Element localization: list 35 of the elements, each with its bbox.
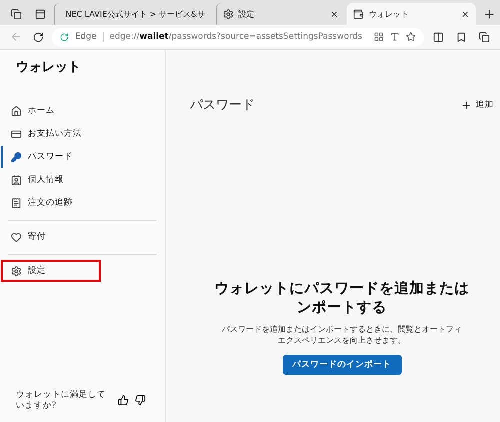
card-icon [11,128,22,140]
sidebar-item[interactable]: 寄付 [1,226,157,248]
receipt-icon [11,198,22,208]
settings-icon [222,8,234,20]
settings-icon [11,266,22,276]
sidebar-item[interactable]: 設定 [1,260,101,282]
site-label: Edge [75,32,104,42]
sidebar-item[interactable]: お支払い方法 [1,123,157,145]
feedback-question: ウォレットに満足していますか? [16,390,107,412]
sidebar-item[interactable]: ホーム [1,100,157,122]
favorite-star-icon[interactable] [406,32,416,42]
browser-tab[interactable]: ウォレット [346,3,476,25]
thumbs-up-icon[interactable] [118,395,129,406]
wallet-icon [352,8,364,20]
home-icon [11,106,22,116]
empty-state-text: パスワードを追加またはインポートするときに、閲覧とオートフィ エクスペリエンスを向上させます。 [222,324,462,347]
sidebar-item[interactable]: パスワード [1,146,157,168]
heart-icon [11,232,22,242]
key-icon [11,152,22,162]
apps-icon[interactable] [374,32,384,42]
close-icon[interactable] [330,10,339,18]
sidebar-item[interactable]: 注文の追跡 [1,192,157,214]
page-title: パスワード [190,97,255,114]
add-button[interactable]: 追加 [459,97,496,113]
close-icon[interactable] [461,10,470,18]
import-passwords-button[interactable]: パスワードのインポート [282,354,402,375]
plus-icon [461,100,472,110]
url-text: edge://wallet/passwords?source=assetsSettingsPasswords [110,32,362,42]
sidebar-item[interactable]: 個人情報 [1,169,157,191]
empty-state-title: ウォレットにパスワードを追加または ンポートする [214,280,470,318]
address-field[interactable]: Edge edge://wallet/passwords?source=assetsSettingsPasswords [52,28,424,46]
person-card-icon [11,174,22,186]
read-aloud-icon[interactable] [390,32,400,42]
thumbs-down-icon[interactable] [135,395,146,406]
sidebar-title: ウォレット [16,59,82,76]
